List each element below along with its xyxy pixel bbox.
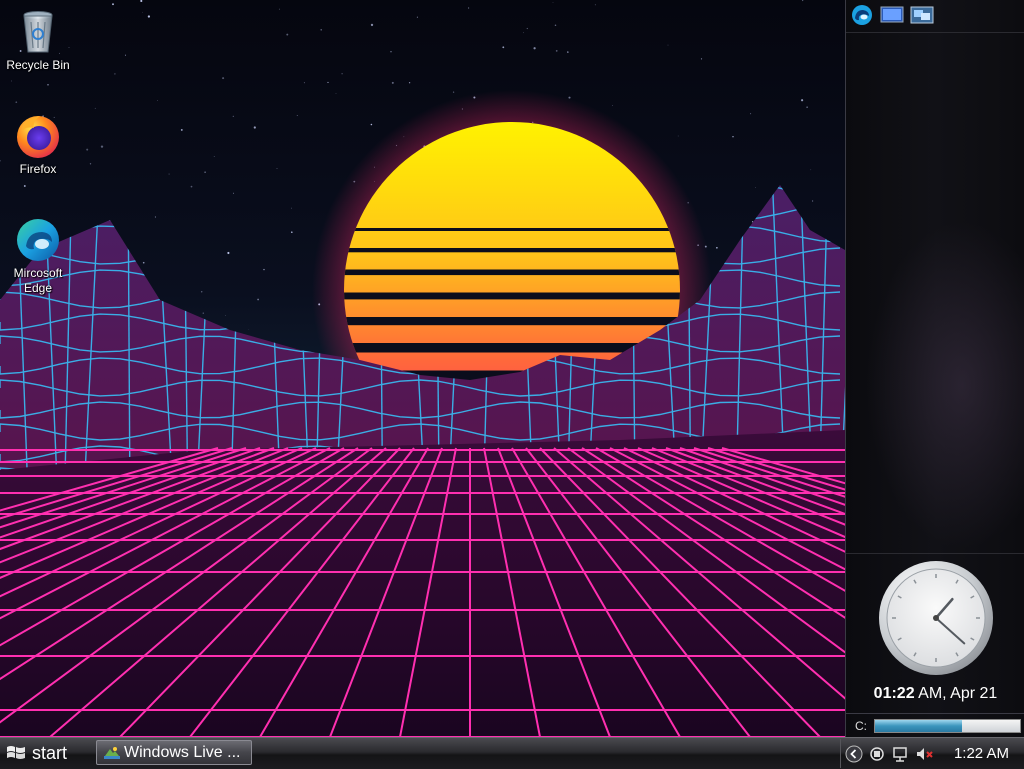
chevron-left-icon[interactable] — [845, 745, 863, 763]
edge-icon[interactable] — [849, 4, 875, 26]
drive-usage-bar — [874, 719, 1021, 733]
sidebar-toolbar — [846, 0, 1024, 33]
sidebar-glow — [866, 220, 1024, 550]
start-button[interactable]: start — [0, 739, 88, 767]
desktop-icon-label: Recycle Bin — [6, 58, 70, 72]
speaker-muted-icon[interactable] — [915, 745, 935, 763]
desktop-icon-edge[interactable]: Mircosoft Edge — [1, 216, 75, 296]
clock-gadget[interactable]: 01:22 AM, Apr 21 — [846, 553, 1024, 714]
clock-date: AM, Apr 21 — [914, 685, 998, 702]
desktop-icon-firefox[interactable]: Firefox — [1, 112, 75, 177]
taskbar-item-label: Windows Live ... — [124, 743, 241, 761]
network-icon[interactable] — [867, 745, 887, 763]
synthwave-scene — [0, 0, 845, 737]
windows-live-icon — [104, 746, 120, 759]
desktop-wallpaper — [0, 0, 845, 737]
clock-readout: 01:22 AM, Apr 21 — [846, 685, 1024, 703]
firefox-icon — [17, 116, 59, 158]
taskbar-item-windows-live[interactable]: Windows Live ... — [96, 740, 252, 765]
tray-clock[interactable]: 1:22 AM — [954, 745, 1009, 762]
system-tray: 1:22 AM — [840, 739, 1024, 768]
monitor-icon[interactable] — [879, 4, 905, 26]
drive-usage-fill — [875, 720, 962, 732]
desktop-icon-recycle-bin[interactable]: Recycle Bin — [1, 8, 75, 73]
desktop-icon-label: Firefox — [19, 162, 57, 176]
analog-clock — [879, 561, 993, 675]
start-label: start — [32, 742, 68, 763]
drive-label: C: — [855, 719, 867, 733]
desktop-icon-label: Mircosoft Edge — [13, 266, 63, 295]
windows-flag-icon — [7, 746, 25, 759]
windows-sidebar: 01:22 AM, Apr 21 C: — [845, 0, 1024, 737]
taskbar: start Windows Live ... 1:22 AM — [0, 737, 1024, 769]
network-icon[interactable] — [909, 4, 935, 26]
drive-meter-gadget[interactable]: C: — [846, 713, 1024, 737]
safely-remove-icon[interactable] — [891, 745, 911, 763]
recycle-bin-icon — [23, 11, 53, 53]
edge-icon — [17, 219, 59, 261]
clock-time: 01:22 — [873, 685, 915, 702]
